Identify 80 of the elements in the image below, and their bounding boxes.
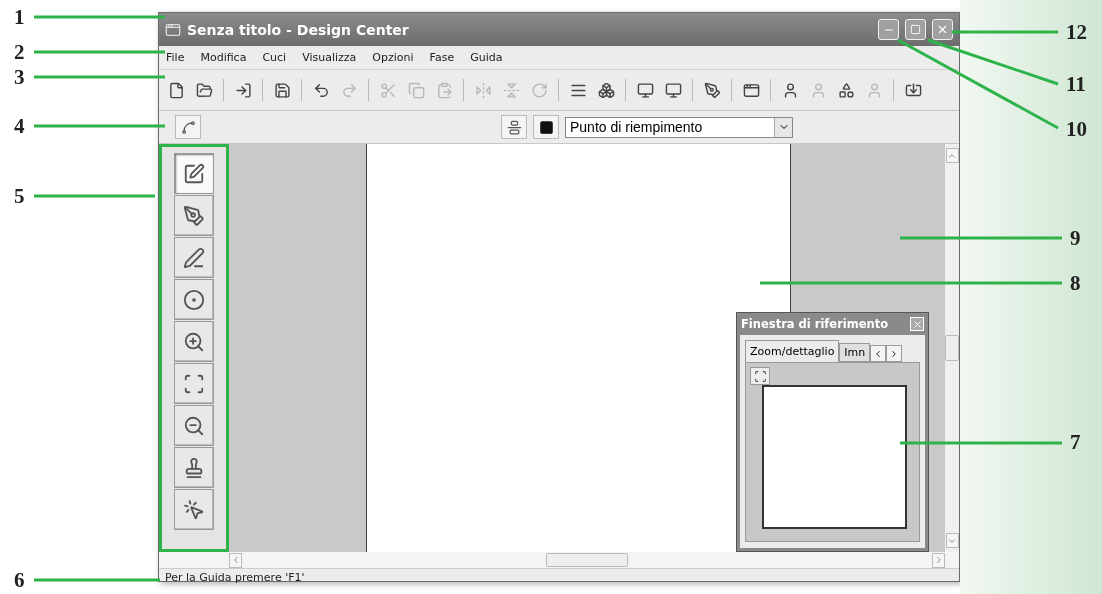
fit-view-button[interactable] [750, 367, 770, 385]
tab[interactable]: Imn [839, 343, 871, 362]
flip-vertical-icon [502, 81, 520, 99]
callout-number: 7 [1070, 430, 1081, 455]
fit-view-icon [753, 369, 767, 383]
maximize-icon [910, 24, 921, 35]
zoom-in-icon [183, 330, 205, 353]
rotate-icon [530, 81, 548, 99]
callout-number: 9 [1070, 226, 1081, 251]
menu-item[interactable]: Modifica [197, 51, 250, 64]
status-text: Per la Guida premere 'F1' [159, 568, 959, 585]
color-button[interactable] [533, 115, 559, 139]
tab-left-button[interactable] [870, 345, 887, 362]
stamp-tool[interactable] [174, 447, 214, 488]
menu-item[interactable]: Visualizza [299, 51, 360, 64]
fit-view-icon [183, 372, 205, 395]
circle-dot-tool[interactable] [174, 279, 214, 320]
pen-tool-icon [183, 204, 205, 227]
pen-line-tool[interactable] [174, 237, 214, 278]
redo-icon [340, 81, 358, 99]
menu-item[interactable]: Cuci [259, 51, 290, 64]
callout-number: 3 [14, 65, 25, 90]
callout-number: 6 [14, 568, 25, 593]
pointer-tool[interactable] [174, 489, 214, 530]
close-button[interactable] [932, 19, 953, 40]
stitch-icon [506, 119, 522, 135]
copy-icon [407, 81, 425, 99]
vertical-scrollbar[interactable] [945, 144, 959, 552]
shapes-icon [837, 81, 855, 99]
window-icon [742, 81, 760, 99]
callout-number: 4 [14, 114, 25, 139]
scroll-thumb[interactable] [945, 335, 959, 361]
import-icon [904, 81, 922, 99]
zoom-out-tool[interactable] [174, 405, 214, 446]
menu-item[interactable]: Opzioni [369, 51, 417, 64]
flip-horizontal-icon [474, 81, 492, 99]
close-icon [911, 318, 923, 330]
window-title: Senza titolo - Design Center [187, 21, 410, 38]
callout-number: 1 [14, 5, 25, 30]
tab-right-button[interactable] [886, 345, 903, 362]
pen-line-icon [183, 246, 205, 269]
callout-number: 11 [1066, 72, 1086, 97]
zoom-in-tool[interactable] [174, 321, 214, 362]
curve-button[interactable] [175, 115, 201, 139]
callout-number: 10 [1066, 117, 1087, 142]
app-icon [165, 21, 181, 38]
close-icon [936, 23, 949, 36]
callout-number: 8 [1070, 271, 1081, 296]
page-icon [167, 81, 185, 99]
fit-view-tool[interactable] [174, 363, 214, 404]
callout-number: 5 [14, 184, 25, 209]
zoom-out-icon [183, 414, 205, 437]
stamp-icon [183, 456, 205, 479]
color-swatch-icon [538, 119, 554, 135]
area-pen-icon [183, 162, 205, 185]
scroll-thumb[interactable] [546, 553, 628, 567]
area-pen-tool[interactable] [174, 153, 214, 194]
menu-item[interactable]: Fase [426, 51, 458, 64]
blocks-icon [597, 81, 615, 99]
paste-icon [435, 81, 453, 99]
curve-icon [180, 119, 196, 135]
monitor-icon [636, 81, 654, 99]
import-arrow-icon [234, 81, 252, 99]
menu-item[interactable]: File [163, 51, 188, 64]
horizontal-scrollbar[interactable] [159, 552, 959, 568]
stitch-type-dropdown[interactable]: Punto di riempimento [565, 116, 793, 138]
save-icon [273, 81, 291, 99]
circle-dot-icon [183, 288, 205, 311]
menu-item[interactable]: Guida [467, 51, 506, 64]
panel-title: Finestra di riferimento [741, 317, 889, 331]
tab[interactable]: Zoom/dettaglio [745, 340, 840, 362]
undo-icon [312, 81, 330, 99]
callout-number: 2 [14, 40, 25, 65]
monitor-icon [664, 81, 682, 99]
folder-icon [195, 81, 213, 99]
stitch-button[interactable] [501, 115, 527, 139]
callout-number: 12 [1066, 20, 1087, 45]
pen-tool-tool[interactable] [174, 195, 214, 236]
pointer-icon [183, 498, 205, 521]
scissors-icon [379, 81, 397, 99]
